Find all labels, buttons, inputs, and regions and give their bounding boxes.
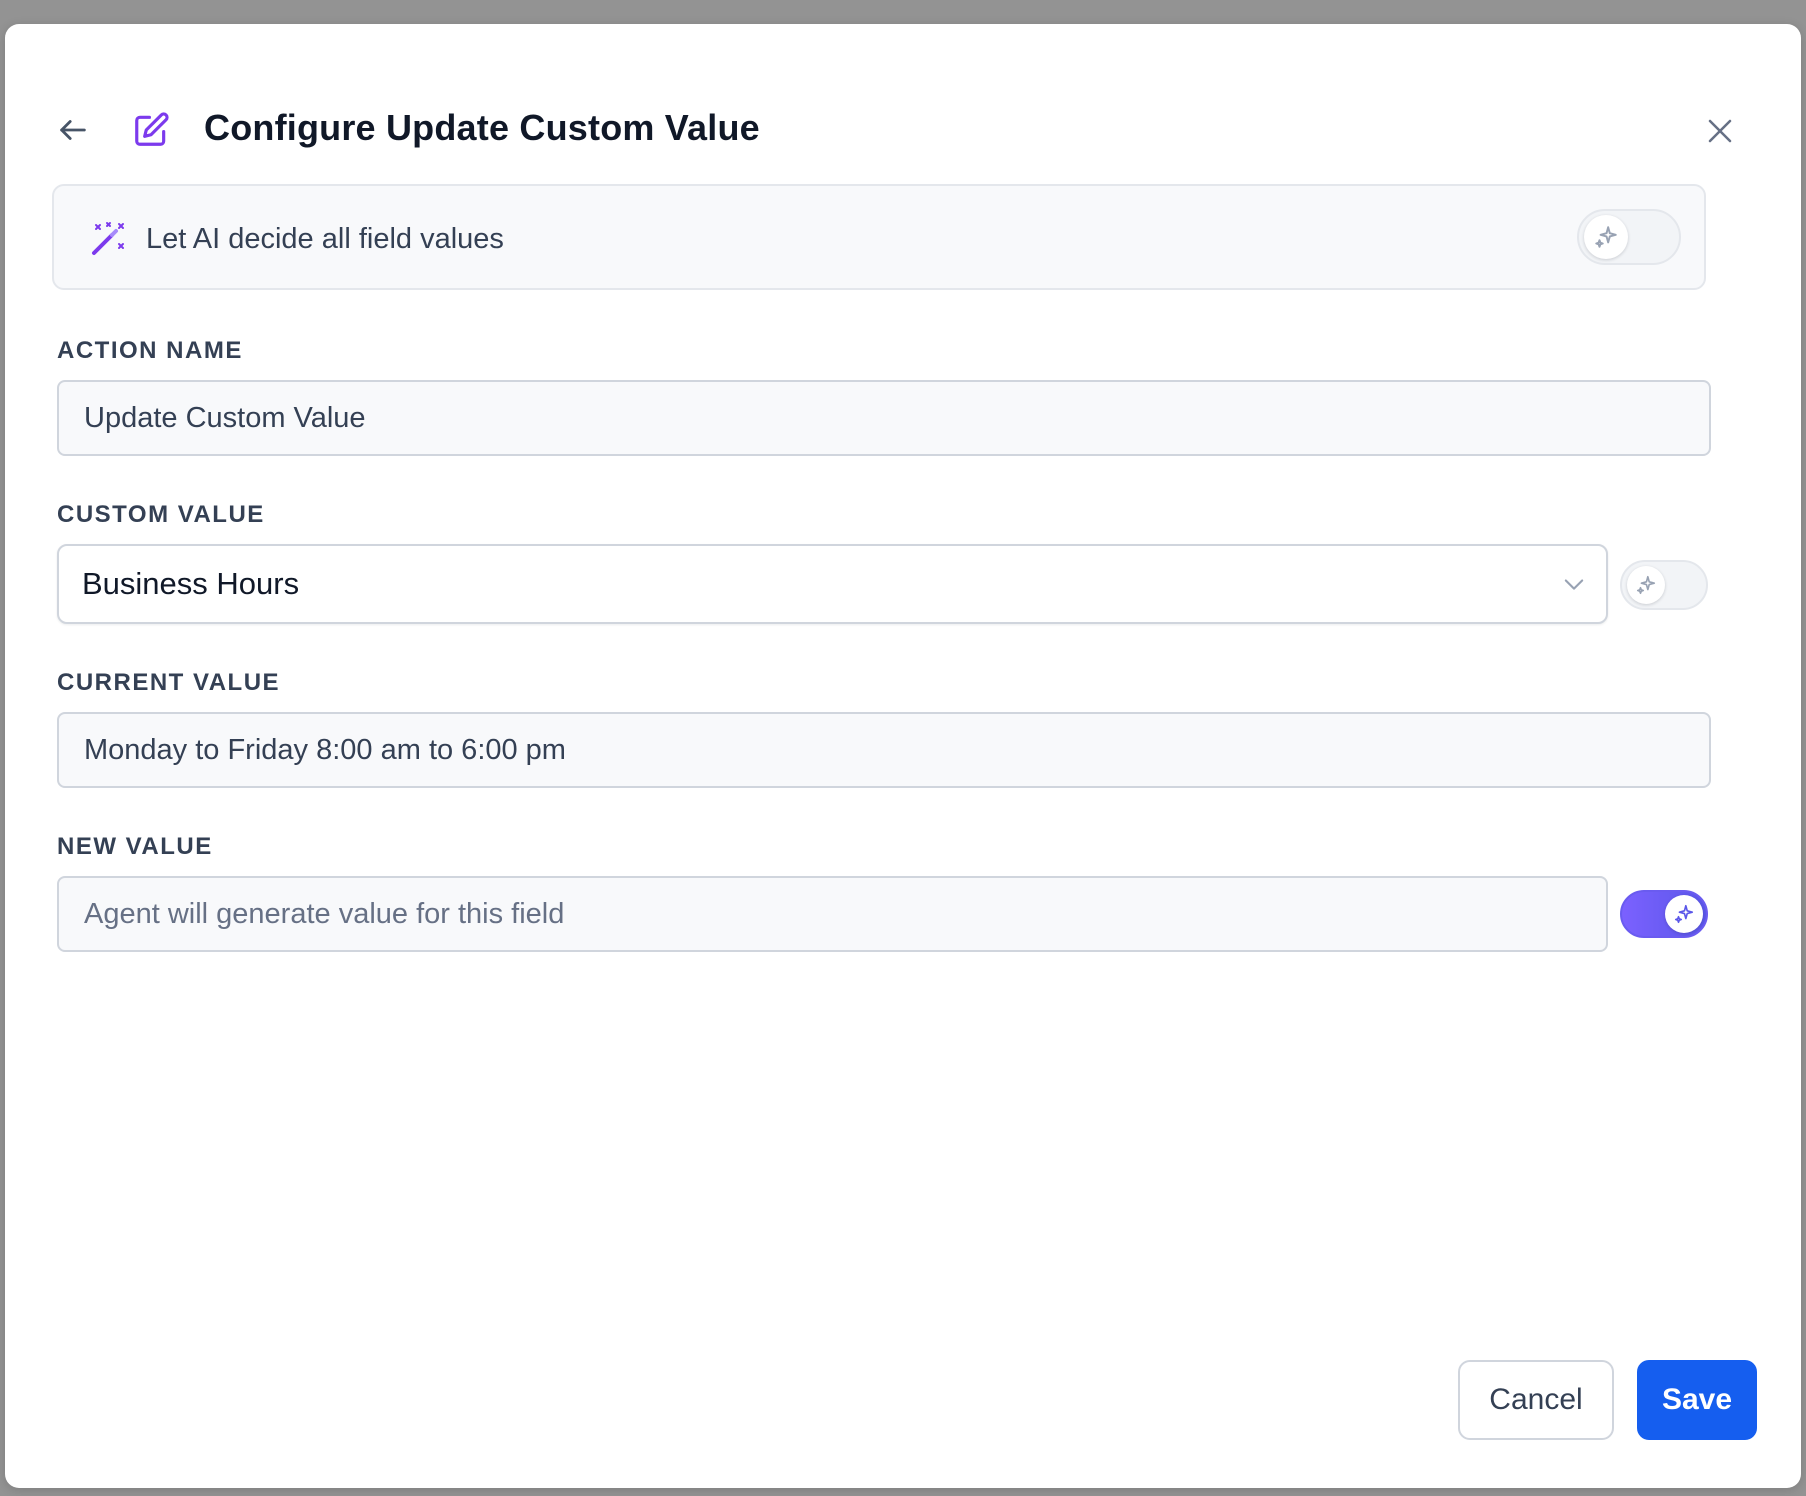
- ai-decide-all-banner: Let AI decide all field values: [52, 184, 1706, 290]
- action-name-input[interactable]: Update Custom Value: [57, 380, 1711, 456]
- new-value-label: NEW VALUE: [57, 833, 213, 860]
- page-title: Configure Update Custom Value: [204, 107, 760, 148]
- cancel-button[interactable]: Cancel: [1458, 1360, 1614, 1440]
- close-icon: [1708, 119, 1732, 143]
- configure-action-modal: Configure Update Custom Value Let AI dec…: [5, 24, 1801, 1488]
- back-button[interactable]: [51, 108, 95, 152]
- current-value-field: Monday to Friday 8:00 am to 6:00 pm: [57, 712, 1711, 788]
- chevron-down-icon: [1564, 579, 1584, 590]
- magic-wand-icon: [92, 222, 124, 255]
- toggle-knob: [1627, 566, 1665, 604]
- save-button[interactable]: Save: [1637, 1360, 1757, 1440]
- custom-value-label: CUSTOM VALUE: [57, 501, 265, 528]
- new-value-ai-toggle[interactable]: [1620, 890, 1708, 938]
- action-name-label: ACTION NAME: [57, 337, 243, 364]
- sparkle-icon: [1595, 226, 1617, 248]
- arrow-left-icon: [60, 120, 86, 140]
- ai-decide-all-toggle[interactable]: [1577, 209, 1681, 265]
- toggle-knob: [1584, 215, 1628, 259]
- ai-banner-label: Let AI decide all field values: [146, 223, 504, 255]
- new-value-input[interactable]: Agent will generate value for this field: [57, 876, 1608, 952]
- edit-icon: [129, 108, 173, 152]
- close-button[interactable]: [1695, 106, 1745, 156]
- toggle-knob: [1665, 895, 1703, 933]
- custom-value-ai-toggle[interactable]: [1620, 560, 1708, 610]
- sparkle-icon: [1636, 575, 1656, 595]
- sparkle-icon: [1674, 904, 1694, 924]
- modal-header: Configure Update Custom Value: [5, 24, 1801, 174]
- custom-value-select[interactable]: Business Hours: [57, 544, 1608, 624]
- current-value-label: CURRENT VALUE: [57, 669, 281, 696]
- custom-value-selected: Business Hours: [82, 566, 300, 601]
